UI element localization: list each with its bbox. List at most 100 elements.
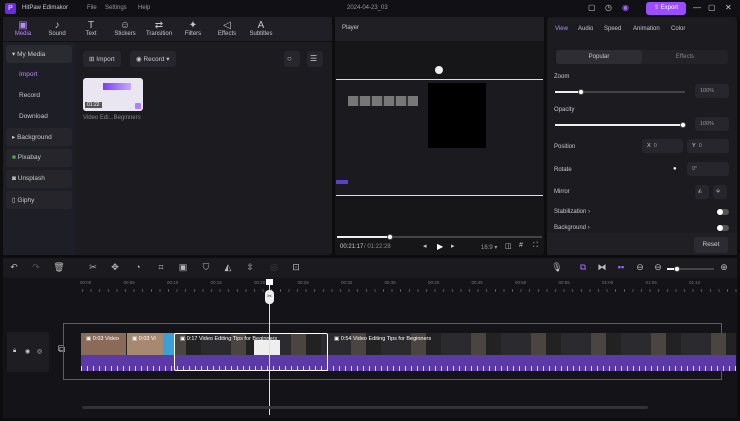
playhead-handle[interactable] <box>266 279 273 285</box>
tab-subtitles[interactable]: A Subtitles <box>244 20 278 37</box>
ruler-label: 01:05 <box>645 280 657 285</box>
rotate-handle[interactable] <box>435 66 443 74</box>
export-button[interactable]: ⇧ Export <box>646 2 686 15</box>
transition-icon: ⇄ <box>154 20 164 31</box>
disabled-tool-icon[interactable]: ◎ <box>268 262 280 273</box>
sidebar-item-background[interactable]: ▸ Background <box>6 128 72 146</box>
account-icon[interactable]: ◉ <box>622 3 629 12</box>
undo-icon[interactable]: ↶ <box>8 262 20 273</box>
prop-tab-color[interactable]: Color <box>671 26 685 32</box>
import-button[interactable]: ⊞ Import <box>83 51 121 67</box>
y-label: Y <box>692 143 696 149</box>
rotate-input[interactable]: 0° <box>687 162 729 176</box>
next-frame-icon[interactable]: ▸ <box>451 242 455 250</box>
tab-sound[interactable]: ♪ Sound <box>40 20 74 37</box>
menu-settings[interactable]: Settings <box>105 5 127 11</box>
prop-tab-audio[interactable]: Audio <box>578 26 593 32</box>
fullscreen-icon[interactable]: ⛶ <box>533 242 538 250</box>
background-toggle[interactable] <box>717 225 729 231</box>
tab-media[interactable]: ▣ Media <box>6 20 40 37</box>
close-icon[interactable]: ✕ <box>725 3 732 12</box>
subtab-popular[interactable]: Popular <box>556 50 642 64</box>
tab-transition[interactable]: ⇄ Transition <box>142 20 176 37</box>
playhead-split-icon[interactable]: ✂ <box>265 290 274 304</box>
prop-tab-speed[interactable]: Speed <box>604 26 621 32</box>
minimize-icon[interactable]: — <box>693 3 701 12</box>
mirror-icon[interactable]: ◭ <box>222 262 234 273</box>
zoom-input[interactable]: 100% <box>695 84 729 98</box>
sort-button[interactable]: ☰ <box>307 51 323 67</box>
mute-icon[interactable]: ◎ <box>37 348 42 355</box>
tab-label: Stickers <box>114 31 136 37</box>
delete-icon[interactable]: 🗑 <box>53 262 65 273</box>
snap-icon[interactable]: ▪▪ <box>615 262 627 272</box>
position-x-input[interactable]: X 0 <box>642 139 683 153</box>
visibility-icon[interactable]: ◉ <box>25 348 30 355</box>
position-y-input[interactable]: Y 0 <box>687 139 729 153</box>
ratio-label: 16:9 <box>481 245 493 251</box>
prev-frame-icon[interactable]: ◂ <box>423 242 427 250</box>
sidebar-item-unsplash[interactable]: ◙ Unsplash <box>6 170 72 188</box>
sidebar-group-my-media[interactable]: ▾ My Media <box>6 45 72 63</box>
text-tool-icon[interactable]: ⊡ <box>290 262 302 273</box>
sidebar-item-import[interactable]: Import <box>19 71 37 78</box>
play-icon[interactable]: ▶ <box>437 242 443 251</box>
clip-frame <box>254 340 280 355</box>
prop-tab-view[interactable]: View <box>555 26 568 32</box>
opacity-input[interactable]: 100% <box>695 117 729 131</box>
grid-icon[interactable]: # <box>519 242 523 249</box>
fit-icon[interactable]: ⊖ <box>634 262 646 273</box>
video-preview[interactable] <box>336 79 543 196</box>
microphone-icon[interactable]: 🎙 <box>551 262 563 273</box>
audio-split-icon[interactable]: ⇳ <box>244 262 256 273</box>
link-icon[interactable]: ⧉ <box>577 262 589 273</box>
search-button[interactable]: ○ <box>284 51 300 67</box>
sidebar-item-download[interactable]: Download <box>19 113 48 120</box>
sidebar-item-pixabay[interactable]: ■ Pixabay <box>6 149 72 167</box>
stabilization-toggle[interactable] <box>717 209 729 215</box>
split-icon[interactable]: ✂ <box>87 262 99 273</box>
timeline-zoom-slider[interactable] <box>667 266 714 272</box>
sidebar-item-giphy[interactable]: ▯ Giphy <box>6 191 72 209</box>
move-icon[interactable]: ✥ <box>109 262 121 273</box>
subtab-effects[interactable]: Effects <box>642 50 728 64</box>
snapshot-icon[interactable]: ◫ <box>505 242 512 250</box>
reset-button[interactable]: Reset <box>694 237 728 253</box>
mirror-horizontal-button[interactable]: ◭ <box>695 185 709 199</box>
aspect-ratio-select[interactable]: 16:9 ▾ <box>481 244 497 251</box>
zoom-slider[interactable] <box>555 89 685 95</box>
feedback-icon[interactable]: ▢ <box>588 3 596 12</box>
history-icon[interactable]: ◷ <box>605 3 612 12</box>
redo-icon[interactable]: ↷ <box>30 262 42 273</box>
zoom-in-icon[interactable]: ⊕ <box>718 262 730 273</box>
tab-stickers[interactable]: ☺ Stickers <box>108 20 142 37</box>
prop-tab-animation[interactable]: Animation <box>633 26 660 32</box>
record-dropdown[interactable]: ◉ Record ▾ <box>130 51 176 67</box>
menu-help[interactable]: Help <box>138 5 150 11</box>
freeze-icon[interactable]: ▣ <box>177 262 189 273</box>
mirror-vertical-button[interactable]: ⬙ <box>713 185 727 199</box>
maximize-icon[interactable]: ▢ <box>708 3 716 12</box>
tab-effects[interactable]: ◁ Effects <box>210 20 244 37</box>
player-progress[interactable] <box>337 234 542 240</box>
sidebar-item-record[interactable]: Record <box>19 92 40 99</box>
mask-icon[interactable]: ⛉ <box>200 262 212 273</box>
tab-filters[interactable]: ✦ Filters <box>176 20 210 37</box>
ruler-label: 00:15 <box>210 280 222 285</box>
text: Stabilization <box>554 209 587 215</box>
opacity-slider[interactable] <box>555 122 686 128</box>
zoom-out-icon[interactable]: ⊖ <box>652 262 664 273</box>
rotate-dial-icon[interactable]: ● <box>673 166 677 172</box>
speed-icon[interactable]: ◔ <box>132 262 144 272</box>
lock-icon[interactable]: 🔒︎ <box>13 348 16 355</box>
media-thumbnail[interactable]: 01:22 <box>83 78 143 111</box>
tab-label: Sound <box>48 31 66 37</box>
crop-icon[interactable]: ⌗ <box>155 262 167 273</box>
menu-file[interactable]: File <box>87 5 97 11</box>
music-icon: ♪ <box>54 20 60 31</box>
tab-text[interactable]: T Text <box>74 20 108 37</box>
timeline-scrollbar[interactable] <box>82 406 648 409</box>
player-title: Player <box>342 25 360 31</box>
magnet-icon[interactable]: ⧓ <box>596 262 608 273</box>
text: 0:03 Vi <box>138 336 156 342</box>
